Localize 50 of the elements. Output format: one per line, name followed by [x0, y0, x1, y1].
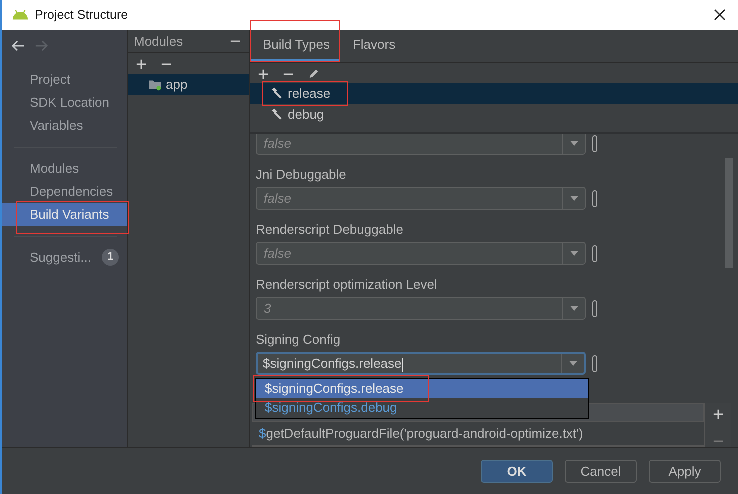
- sidebar-item[interactable]: Build Variants: [2, 203, 127, 226]
- tab[interactable]: Flavors: [340, 30, 406, 62]
- build-type-item[interactable]: debug: [250, 104, 738, 125]
- sidebar-item[interactable]: Variables: [2, 114, 127, 137]
- combo-box[interactable]: 3: [256, 297, 586, 320]
- field-marker-icon[interactable]: [592, 190, 598, 208]
- sidebar-item[interactable]: Project: [2, 68, 127, 91]
- tab[interactable]: Build Types: [250, 30, 340, 62]
- dropdown-arrow-icon: [570, 141, 578, 146]
- combo-box[interactable]: false: [256, 134, 586, 155]
- pencil-icon[interactable]: [308, 69, 319, 80]
- folder-icon: [148, 78, 162, 90]
- close-icon[interactable]: [714, 9, 726, 21]
- dropdown-arrow-icon: [568, 361, 578, 366]
- sidebar-item[interactable]: Suggesti...: [2, 246, 102, 269]
- dialog-button[interactable]: Apply: [649, 460, 721, 482]
- build-type-item[interactable]: release: [250, 83, 738, 104]
- dropdown-arrow-icon: [570, 306, 578, 311]
- sidebar-item[interactable]: Modules: [2, 157, 127, 180]
- field-marker-icon[interactable]: [592, 354, 598, 372]
- panel-title: Modules: [134, 34, 184, 48]
- dropdown-arrow-icon: [570, 196, 578, 201]
- hammer-icon: [270, 87, 283, 100]
- field-label: Renderscript optimization Level: [256, 276, 438, 294]
- sidebar-item[interactable]: Dependencies: [2, 180, 127, 203]
- field-marker-icon[interactable]: [592, 244, 598, 262]
- dropdown-option[interactable]: $signingConfigs.release: [256, 379, 588, 398]
- combo-box[interactable]: $signingConfigs.release: [256, 352, 586, 375]
- field-label: Signing Config: [256, 331, 342, 349]
- dropdown-option[interactable]: $signingConfigs.debug: [256, 398, 588, 417]
- dialog-button[interactable]: Cancel: [565, 460, 637, 482]
- combo-box[interactable]: false: [256, 187, 586, 210]
- window-title: Project Structure: [35, 8, 130, 22]
- field-marker-icon[interactable]: [592, 134, 598, 152]
- add-icon[interactable]: [258, 69, 269, 80]
- android-icon: [12, 9, 29, 21]
- field-marker-icon[interactable]: [592, 300, 598, 318]
- dropdown-arrow-icon: [570, 251, 578, 256]
- add-icon[interactable]: [712, 409, 724, 420]
- module-item[interactable]: app: [128, 74, 249, 95]
- count-badge: 1: [102, 249, 119, 266]
- combo-box[interactable]: false: [256, 242, 586, 265]
- back-icon[interactable]: [12, 40, 25, 52]
- field-label: Renderscript Debuggable: [256, 221, 404, 239]
- hammer-icon: [270, 108, 283, 121]
- scrollbar-thumb[interactable]: [725, 158, 733, 268]
- dialog-button[interactable]: OK: [481, 460, 553, 482]
- add-icon[interactable]: [136, 59, 147, 70]
- sidebar-item[interactable]: SDK Location: [2, 91, 127, 114]
- field-label: Jni Debuggable: [256, 166, 348, 184]
